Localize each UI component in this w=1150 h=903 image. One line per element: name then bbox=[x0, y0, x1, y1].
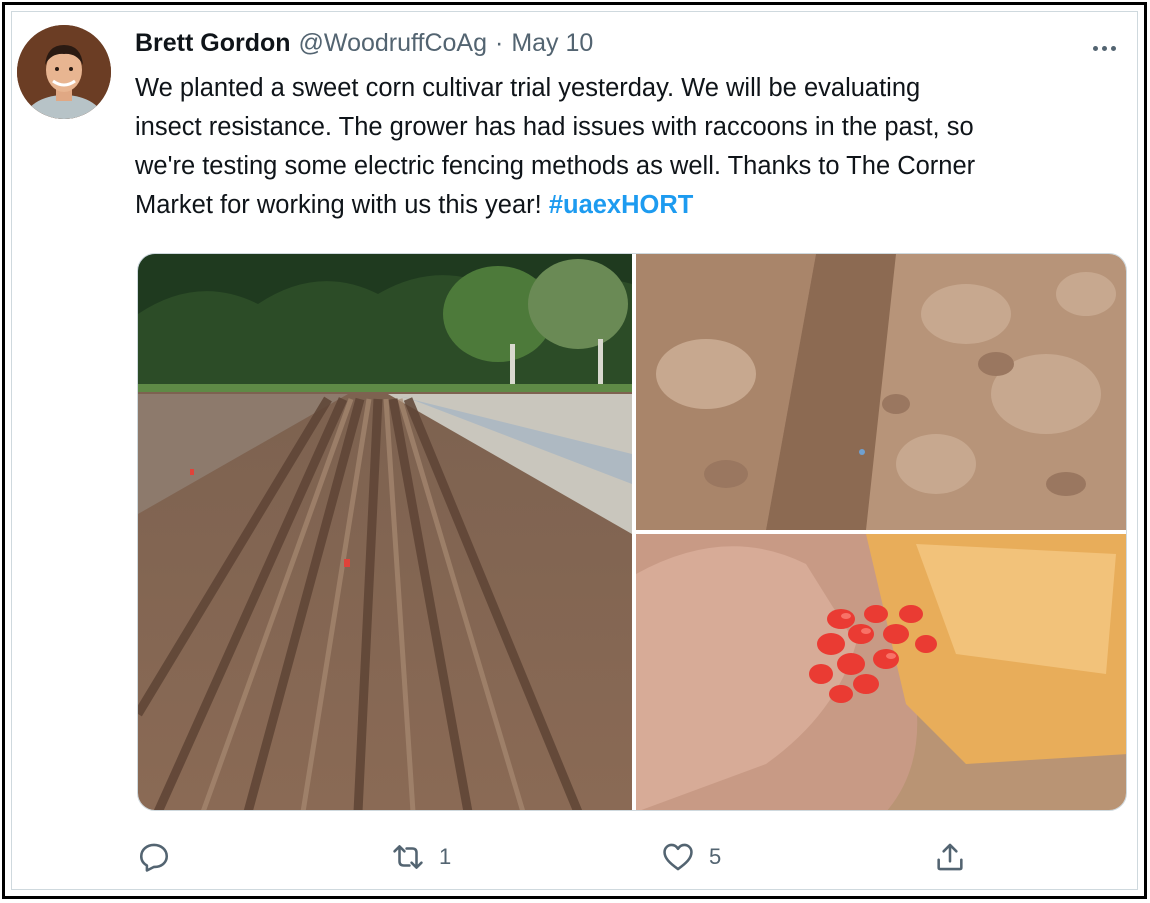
tweet-header: Brett Gordon @WoodruffCoAg · May 10 bbox=[135, 29, 593, 65]
tweet-text-last-line: Market for working with us this year! #u… bbox=[135, 186, 1125, 225]
hashtag-link[interactable]: #uaexHORT bbox=[549, 191, 694, 219]
like-count: 5 bbox=[709, 844, 722, 869]
tweet-card: Brett Gordon @WoodruffCoAg · May 10 We p… bbox=[2, 2, 1147, 899]
share-button[interactable] bbox=[933, 835, 967, 879]
photo-seeds-in-hand[interactable] bbox=[636, 534, 1126, 810]
retweet-icon bbox=[393, 845, 423, 869]
tweet-text-line: insect resistance. The grower has had is… bbox=[135, 113, 974, 141]
author-name[interactable]: Brett Gordon bbox=[135, 29, 291, 58]
reply-button[interactable] bbox=[137, 835, 185, 879]
avatar[interactable] bbox=[17, 25, 111, 119]
photo-soil-closeup[interactable] bbox=[636, 254, 1126, 530]
tweet-text: We planted a sweet corn cultivar trial y… bbox=[135, 69, 1125, 225]
separator-dot: · bbox=[495, 29, 504, 57]
author-handle[interactable]: @WoodruffCoAg bbox=[299, 29, 487, 58]
like-button[interactable]: 5 bbox=[661, 835, 721, 879]
more-dots-icon[interactable] bbox=[1084, 33, 1124, 63]
tweet-date[interactable]: May 10 bbox=[511, 29, 593, 58]
tweet-text-line: We planted a sweet corn cultivar trial y… bbox=[135, 74, 921, 102]
retweet-count: 1 bbox=[439, 844, 452, 869]
action-bar: 1 5 bbox=[137, 835, 1127, 879]
retweet-button[interactable]: 1 bbox=[391, 835, 451, 879]
reply-icon bbox=[139, 843, 169, 872]
share-icon bbox=[937, 843, 963, 871]
tweet-text-line: Market for working with us this year! bbox=[135, 191, 549, 219]
avatar-photo bbox=[17, 25, 111, 119]
tweet-text-line: we're testing some electric fencing meth… bbox=[135, 152, 976, 180]
heart-icon bbox=[663, 843, 693, 871]
photo-field-rows[interactable] bbox=[138, 254, 632, 810]
media-grid bbox=[137, 253, 1127, 811]
